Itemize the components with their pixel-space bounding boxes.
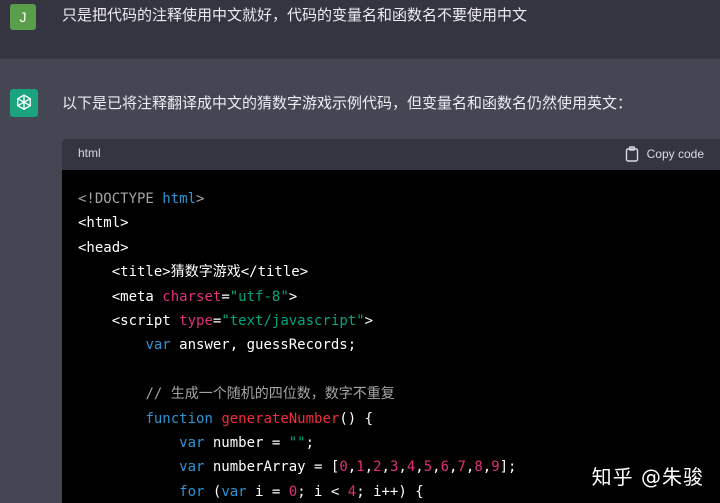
- code-token: <title>猜数字游戏</title>: [78, 264, 309, 281]
- code-token: ,: [347, 459, 357, 476]
- code-token: (: [204, 483, 222, 500]
- code-token: function: [145, 410, 213, 427]
- code-token: <!DOCTYPE: [78, 191, 163, 207]
- zhihu-watermark: 知乎 @朱骏: [591, 465, 704, 489]
- user-avatar: J: [10, 4, 36, 30]
- code-token: "utf-8": [229, 288, 289, 305]
- user-message-row: J 只是把代码的注释使用中文就好，代码的变量名和函数名不要使用中文: [0, 0, 720, 58]
- code-token: var: [145, 337, 171, 354]
- code-token: ,: [381, 459, 390, 476]
- code-token: <meta: [78, 288, 163, 305]
- code-line: <head>: [78, 236, 516, 260]
- code-token: "text/javascript": [221, 312, 365, 329]
- code-token: 4: [347, 483, 357, 500]
- code-line: <script type="text/javascript">: [78, 309, 516, 333]
- code-token: 8: [474, 459, 483, 476]
- code-token: for: [179, 483, 205, 500]
- assistant-message-row: 以下是已将注释翻译成中文的猜数字游戏示例代码，但变量名和函数名仍然使用英文： h…: [0, 58, 720, 503]
- code-block-header: html Copy code: [62, 139, 720, 170]
- code-line: <meta charset="utf-8">: [78, 285, 516, 309]
- code-line: var number = "";: [78, 431, 516, 455]
- clipboard-icon: [625, 146, 639, 162]
- code-line: function generateNumber() {: [78, 407, 516, 431]
- code-token: "": [288, 434, 306, 451]
- code-token: 6: [440, 459, 449, 476]
- code-line: <!DOCTYPE html>: [78, 187, 516, 211]
- assistant-intro-text: 以下是已将注释翻译成中文的猜数字游戏示例代码，但变量名和函数名仍然使用英文：: [62, 94, 633, 112]
- code-content[interactable]: <!DOCTYPE html> <html> <head> <title>猜数字游戏…: [78, 187, 516, 503]
- code-token: answer, guessRecords;: [170, 337, 357, 354]
- copy-code-label: Copy code: [646, 147, 704, 161]
- code-token: 0: [339, 459, 348, 476]
- code-token: // 生成一个随机的四位数，数字不重复: [145, 386, 395, 403]
- code-token: 9: [491, 459, 500, 476]
- code-token: 7: [457, 459, 466, 476]
- code-line: for (var i = 0; i < 4; i++) {: [78, 480, 516, 503]
- code-line: var answer, guessRecords;: [78, 333, 516, 357]
- code-token: ];: [499, 459, 517, 476]
- code-token: >: [196, 191, 205, 207]
- code-token: generateNumber: [221, 410, 340, 427]
- code-token: html: [162, 191, 197, 207]
- code-token: >: [288, 288, 298, 305]
- code-token: 5: [423, 459, 433, 476]
- code-token: type: [179, 312, 213, 329]
- code-language-label: html: [78, 146, 101, 160]
- code-token: ,: [364, 459, 374, 476]
- code-token: 4: [406, 459, 416, 476]
- code-token: charset: [162, 288, 222, 305]
- code-token: 0: [288, 483, 298, 500]
- code-token: =: [221, 288, 230, 305]
- code-token: ; i++) {: [356, 483, 424, 500]
- code-token: var: [179, 459, 205, 476]
- code-token: 2: [373, 459, 382, 476]
- code-token: ;: [305, 434, 315, 451]
- code-token: 1: [356, 459, 365, 476]
- chat-page: J 只是把代码的注释使用中文就好，代码的变量名和函数名不要使用中文 以下是已将注…: [0, 0, 720, 503]
- user-message-text: 只是把代码的注释使用中文就好，代码的变量名和函数名不要使用中文: [62, 6, 528, 24]
- code-token: <head>: [78, 239, 129, 256]
- openai-logo-icon: [10, 89, 38, 117]
- code-token: <script: [78, 312, 180, 329]
- code-token: var: [221, 483, 247, 500]
- code-token: i =: [246, 483, 289, 500]
- code-token: ,: [398, 459, 407, 476]
- code-token: <html>: [78, 215, 129, 232]
- code-block: html Copy code <!DOCTYPE html> <html> <hea…: [62, 139, 720, 503]
- code-token: ,: [432, 459, 441, 476]
- code-token: var: [179, 434, 205, 451]
- code-token: ; i <: [297, 483, 348, 500]
- code-token: >: [364, 312, 374, 329]
- code-line: <html>: [78, 211, 516, 235]
- code-token: () {: [339, 410, 374, 427]
- code-token: ,: [415, 459, 424, 476]
- code-line: var numberArray = [0,1,2,3,4,5,6,7,8,9];: [78, 455, 516, 479]
- code-line: <title>猜数字游戏</title>: [78, 260, 516, 284]
- code-token: numberArray = [: [204, 459, 340, 476]
- code-line: // 生成一个随机的四位数，数字不重复: [78, 382, 516, 406]
- code-token: number =: [204, 434, 289, 451]
- code-token: ,: [482, 459, 492, 476]
- copy-code-button[interactable]: Copy code: [625, 144, 704, 164]
